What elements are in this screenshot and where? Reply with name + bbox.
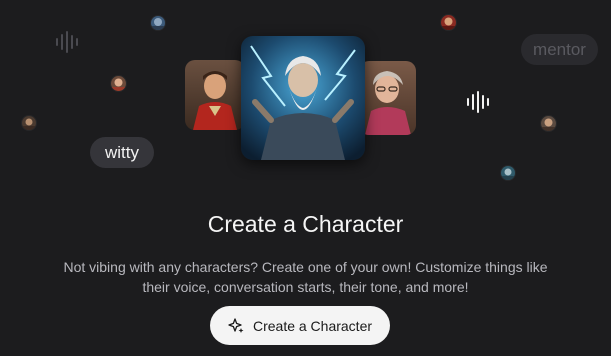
trait-chip-mentor: mentor: [521, 34, 598, 65]
character-portrait-left: [185, 60, 245, 130]
create-character-button-label: Create a Character: [252, 317, 373, 334]
description-text: Not vibing with any characters? Create o…: [63, 259, 548, 295]
waveform-icon: [466, 90, 490, 114]
character-portrait-right: [359, 61, 416, 135]
avatar-dot: [22, 116, 36, 130]
avatar-dot: [151, 16, 165, 30]
avatar-dot: [541, 116, 556, 131]
avatar-dot: [441, 15, 456, 30]
page-title: Create a Character: [207, 211, 404, 237]
sparkle-icon: [228, 317, 244, 334]
create-character-button[interactable]: Create a Character: [210, 306, 390, 345]
character-portrait-center: [241, 36, 365, 160]
trait-chip-witty: witty: [90, 137, 154, 168]
avatar-dot: [501, 166, 515, 180]
create-character-panel: witty mentor Create a Character Not vibi…: [0, 0, 611, 356]
waveform-icon: [55, 30, 79, 54]
avatar-dot: [111, 76, 126, 91]
